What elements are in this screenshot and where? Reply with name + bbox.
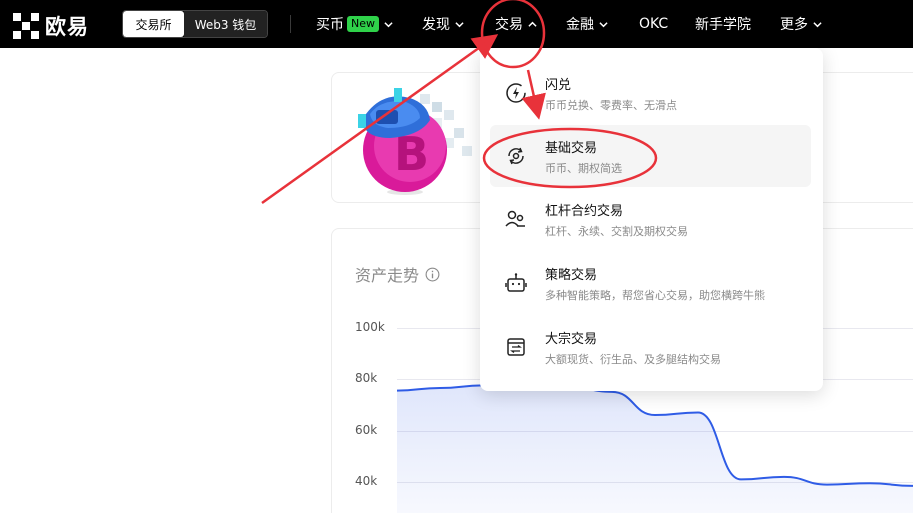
menu-item-convert[interactable]: 闪兑 币币兑换、零费率、无滑点: [490, 62, 811, 124]
chevron-down-icon: [599, 21, 608, 27]
menu-item-desc: 币币兑换、零费率、无滑点: [545, 99, 677, 112]
menu-item-strategy-trade[interactable]: 策略交易 多种智能策略，帮您省心交易，助您横跨牛熊: [490, 252, 811, 314]
nav-academy-label: 新手学院: [695, 17, 751, 33]
nav-trade-label: 交易: [495, 17, 523, 33]
y-tick-label: 100k: [355, 320, 385, 334]
brand-logo[interactable]: 欧易: [13, 11, 89, 41]
y-tick-label: 80k: [355, 371, 378, 385]
menu-item-title: 大宗交易: [545, 332, 598, 347]
refresh-circle-icon: [508, 147, 524, 165]
nav-discover-label: 发现: [422, 17, 450, 33]
trade-dropdown-menu: 闪兑 币币兑换、零费率、无滑点 基础交易 币币、期权简选 杠杆合约交易 杠杆、永…: [480, 48, 823, 391]
top-nav: 欧易 交易所 Web3 钱包 买币 New 发现 交易 金融 OKC 新手学院 …: [0, 0, 913, 48]
menu-item-margin-futures[interactable]: 杠杆合约交易 杠杆、永续、交割及期权交易: [490, 188, 811, 250]
y-tick-label: 40k: [355, 474, 378, 488]
web3-wallet-tab[interactable]: Web3 钱包: [184, 11, 267, 37]
okx-logo-icon: [13, 13, 39, 39]
exchange-tab[interactable]: 交易所: [123, 11, 184, 37]
robot-icon: [505, 273, 527, 292]
menu-item-basic-trade[interactable]: 基础交易 币币、期权简选: [490, 125, 811, 187]
brand-name: 欧易: [45, 15, 89, 39]
menu-item-block-trade[interactable]: 大宗交易 大额现货、衍生品、及多腿结构交易: [490, 316, 811, 378]
chevron-down-icon: [384, 21, 393, 27]
nav-more[interactable]: 更多: [780, 0, 822, 48]
nav-okc-label: OKC: [639, 16, 669, 32]
asset-trend-chart: [397, 384, 913, 513]
nav-okc[interactable]: OKC: [639, 0, 668, 48]
block-trade-icon: [507, 338, 525, 356]
new-badge: New: [347, 16, 379, 32]
nav-finance[interactable]: 金融: [566, 0, 608, 48]
bitcoin-illustration: B: [358, 88, 472, 195]
menu-item-desc: 杠杆、永续、交割及期权交易: [545, 225, 688, 238]
asset-trend-title: 资产走势: [355, 262, 440, 286]
chevron-down-icon: [813, 21, 822, 27]
page-root: 欧易 交易所 Web3 钱包 买币 New 发现 交易 金融 OKC 新手学院 …: [0, 0, 913, 513]
nav-academy[interactable]: 新手学院: [695, 0, 751, 48]
menu-item-title: 基础交易: [545, 141, 598, 156]
menu-item-title: 杠杆合约交易: [545, 204, 624, 219]
nav-divider: [290, 15, 291, 33]
nav-buy-crypto-label: 买币: [316, 17, 344, 33]
asset-trend-title-text: 资产走势: [355, 266, 420, 285]
chevron-up-icon: [528, 21, 537, 27]
people-icon: [505, 210, 525, 227]
nav-buy-crypto[interactable]: 买币 New: [316, 0, 393, 48]
chevron-down-icon: [455, 21, 464, 27]
platform-switch: 交易所 Web3 钱包: [122, 10, 268, 38]
chart-area-fill: [397, 385, 913, 513]
nav-discover[interactable]: 发现: [422, 0, 464, 48]
menu-item-desc: 大额现货、衍生品、及多腿结构交易: [545, 353, 721, 366]
menu-item-desc: 多种智能策略，帮您省心交易，助您横跨牛熊: [545, 289, 765, 302]
nav-finance-label: 金融: [566, 17, 594, 33]
menu-item-desc: 币币、期权简选: [545, 162, 622, 175]
nav-more-label: 更多: [780, 17, 808, 33]
nav-trade[interactable]: 交易: [495, 0, 537, 48]
info-icon[interactable]: [425, 267, 440, 282]
lightning-swap-icon: [506, 83, 526, 103]
menu-item-title: 闪兑: [545, 78, 572, 93]
y-tick-label: 60k: [355, 423, 378, 437]
menu-item-title: 策略交易: [545, 268, 598, 283]
